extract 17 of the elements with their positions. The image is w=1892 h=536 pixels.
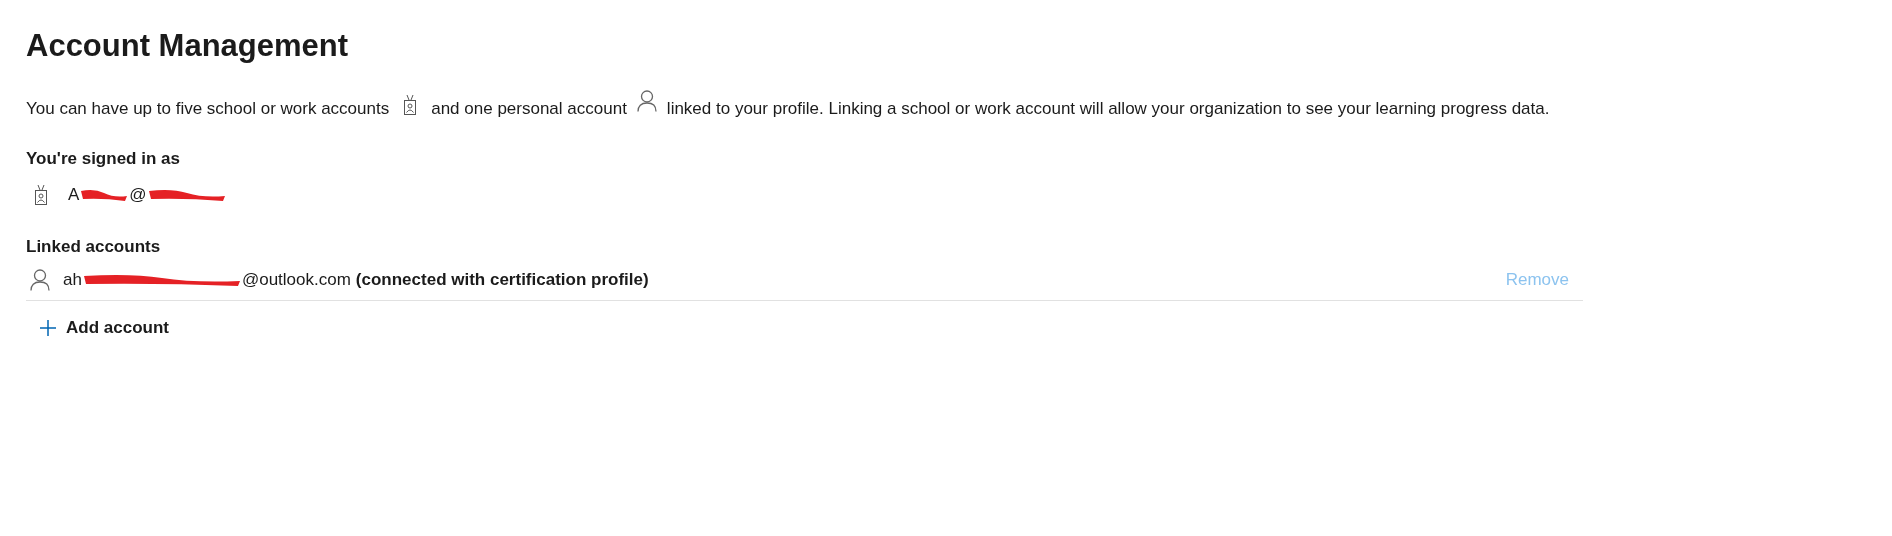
- person-icon: [636, 90, 657, 112]
- connection-note: (connected with certification profile): [355, 268, 649, 291]
- email-text: @outlook.com: [241, 268, 351, 291]
- page-title: Account Management: [26, 27, 350, 65]
- plus-icon: [40, 319, 56, 336]
- section-heading: Linked accounts: [26, 235, 162, 258]
- add-account-button[interactable]: Add account: [40, 315, 169, 341]
- intro-text: You can have up to five school or work accounts: [26, 99, 390, 118]
- intro-text: and one personal account: [431, 99, 627, 118]
- email-text: @: [129, 183, 147, 206]
- id-badge-icon: [34, 183, 48, 206]
- intro-text: linked to your profile. Linking a school or work account will allow your organization to see your learning progress data.: [666, 99, 1550, 118]
- section-heading: You're signed in as: [26, 148, 181, 170]
- person-icon: [30, 268, 50, 291]
- id-badge-icon: [403, 94, 418, 116]
- email-text: A: [68, 183, 80, 206]
- email-text: ah: [63, 268, 82, 291]
